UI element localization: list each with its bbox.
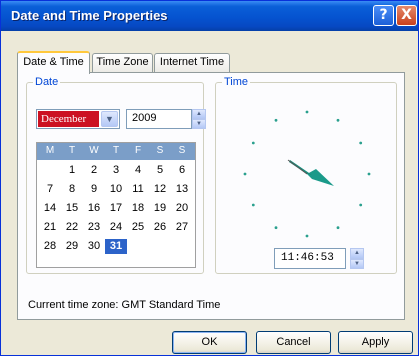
clock-hour-mark: [243, 172, 247, 176]
month-value: December: [38, 111, 99, 127]
calendar-day[interactable]: 11: [127, 182, 149, 197]
tab-date-time[interactable]: Date & Time: [17, 51, 90, 74]
help-button[interactable]: ?: [373, 5, 394, 26]
calendar-day[interactable]: 24: [105, 220, 127, 235]
apply-button[interactable]: Apply: [338, 331, 413, 354]
calendar-day[interactable]: 31: [105, 239, 127, 254]
current-time-zone-text: Current time zone: GMT Standard Time: [28, 299, 221, 311]
clock-hour-mark: [251, 203, 255, 207]
calendar-day[interactable]: 15: [61, 201, 83, 216]
clock-hour-mark: [367, 172, 371, 176]
clock-hour-mark: [305, 234, 309, 238]
clock-hour-mark: [305, 110, 309, 114]
title-bar[interactable]: Date and Time Properties ? X: [1, 1, 418, 31]
time-group-label: Time: [222, 76, 251, 88]
calendar-day[interactable]: 5: [149, 163, 171, 178]
triangle-up-icon[interactable]: ▲: [350, 248, 364, 259]
date-time-properties-window: Date and Time Properties ? X Date & Time…: [0, 0, 419, 356]
calendar-day[interactable]: 20: [171, 201, 193, 216]
triangle-down-icon[interactable]: ▼: [192, 119, 206, 129]
calendar-grid[interactable]: M T W T F S S 1 2 3 4 5 6 7 8 9 10 11 12 13 14 15 16 17 1…: [36, 142, 196, 268]
calendar-day[interactable]: 23: [83, 220, 105, 235]
tab-time-zone[interactable]: Time Zone: [92, 53, 153, 72]
weekday-header: S: [178, 145, 186, 156]
clock-hour-mark: [251, 141, 255, 145]
calendar-day: [171, 239, 193, 254]
clock-second-hand: [287, 159, 308, 175]
calendar-day[interactable]: 12: [149, 182, 171, 197]
calendar-day: [39, 163, 61, 178]
close-icon: X: [401, 7, 412, 23]
calendar-day[interactable]: 21: [39, 220, 61, 235]
calendar-day[interactable]: 4: [127, 163, 149, 178]
calendar-day[interactable]: 28: [39, 239, 61, 254]
ok-button[interactable]: OK: [172, 331, 247, 354]
calendar-day: [127, 239, 149, 254]
date-group-label: Date: [33, 76, 61, 88]
chevron-down-icon[interactable]: ▼: [101, 111, 118, 127]
calendar-day[interactable]: 1: [61, 163, 83, 178]
clock-hour-mark: [359, 141, 363, 145]
calendar-day[interactable]: 10: [105, 182, 127, 197]
clock-hour-mark: [359, 203, 363, 207]
date-group: Date December ▼ 2009 ▲ ▼ M T W T F S S 1…: [26, 76, 206, 274]
clock-hour-mark: [336, 226, 340, 230]
calendar-day[interactable]: 3: [105, 163, 127, 178]
weekday-header: W: [89, 145, 99, 156]
calendar-day[interactable]: 8: [61, 182, 83, 197]
year-spinner[interactable]: ▲ ▼: [192, 109, 206, 129]
help-icon: ?: [379, 7, 388, 23]
calendar-day[interactable]: 22: [61, 220, 83, 235]
calendar-day[interactable]: 29: [61, 239, 83, 254]
calendar-day[interactable]: 27: [171, 220, 193, 235]
calendar-day[interactable]: 17: [105, 201, 127, 216]
time-field[interactable]: 11:46:53: [274, 248, 346, 269]
time-spinner[interactable]: ▲ ▼: [350, 248, 365, 269]
calendar-day[interactable]: 2: [83, 163, 105, 178]
calendar-day[interactable]: 26: [149, 220, 171, 235]
calendar-day[interactable]: 30: [83, 239, 105, 254]
calendar-day[interactable]: 9: [83, 182, 105, 197]
year-field[interactable]: 2009 ▲ ▼: [126, 109, 206, 129]
clock-minute-hand: [289, 160, 312, 175]
calendar-day[interactable]: 7: [39, 182, 61, 197]
calendar-day[interactable]: 6: [171, 163, 193, 178]
weekday-header: T: [68, 145, 76, 156]
weekday-header: F: [134, 145, 142, 156]
calendar-day[interactable]: 18: [127, 201, 149, 216]
calendar-day[interactable]: 14: [39, 201, 61, 216]
calendar-day[interactable]: 25: [127, 220, 149, 235]
weekday-header: S: [156, 145, 164, 156]
calendar-day: [149, 239, 171, 254]
tab-internet-time[interactable]: Internet Time: [154, 53, 230, 72]
analog-clock: [243, 110, 371, 238]
calendar-weekday-header: M T W T F S S: [37, 143, 195, 160]
triangle-down-icon[interactable]: ▼: [350, 259, 364, 269]
clock-hour-hand: [307, 169, 334, 186]
tab-panel: Date December ▼ 2009 ▲ ▼ M T W T F S S 1…: [17, 72, 405, 320]
year-value: 2009: [132, 112, 157, 124]
calendar-day[interactable]: 13: [171, 182, 193, 197]
calendar-day[interactable]: 16: [83, 201, 105, 216]
clock-hour-mark: [274, 118, 278, 122]
clock-hour-mark: [336, 118, 340, 122]
calendar-day[interactable]: 19: [149, 201, 171, 216]
triangle-up-icon[interactable]: ▲: [192, 109, 206, 119]
month-select[interactable]: December ▼: [36, 109, 120, 129]
weekday-header: T: [112, 145, 120, 156]
close-button[interactable]: X: [396, 5, 417, 26]
time-value: 11:46:53: [281, 252, 334, 264]
time-group: Time 11:46:53 ▲ ▼: [215, 76, 397, 274]
window-title: Date and Time Properties: [11, 8, 168, 23]
clock-hour-mark: [274, 226, 278, 230]
weekday-header: M: [45, 145, 55, 156]
cancel-button[interactable]: Cancel: [256, 331, 331, 354]
